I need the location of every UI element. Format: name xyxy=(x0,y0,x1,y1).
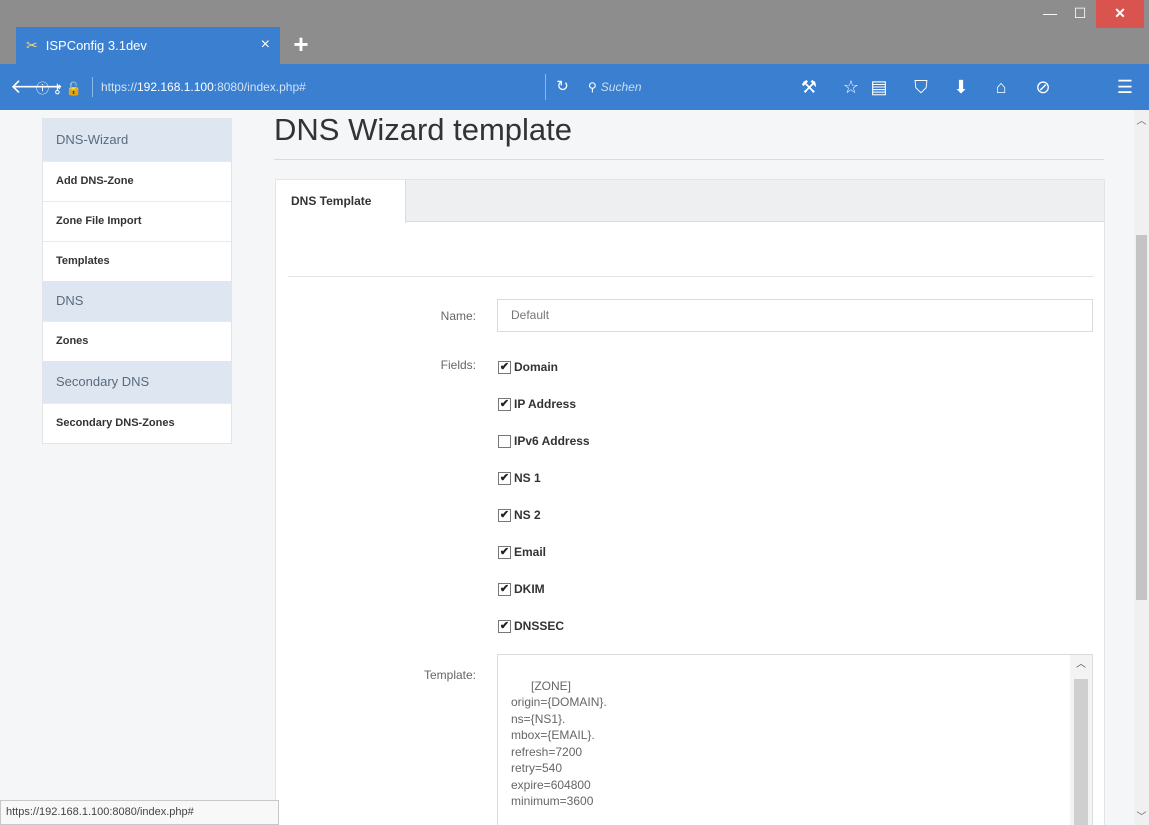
status-bar: https://192.168.1.100:8080/index.php# xyxy=(0,800,279,825)
panel-divider xyxy=(288,276,1094,277)
name-input[interactable]: Default xyxy=(497,299,1093,332)
tab-title: ISPConfig 3.1dev xyxy=(45,38,147,53)
home-icon[interactable]: ⌂ xyxy=(988,75,1014,99)
checkbox-label: DNSSEC xyxy=(514,619,565,633)
template-text: [ZONE] origin={DOMAIN}. ns={NS1}. mbox={… xyxy=(511,678,607,809)
download-icon[interactable]: ⬇ xyxy=(948,75,974,99)
textarea-scrollbar[interactable]: ︿ xyxy=(1070,655,1092,825)
menu-icon[interactable]: ☰ xyxy=(1112,75,1138,99)
template-label: Template: xyxy=(423,668,476,682)
sidebar-header-dns: DNS xyxy=(43,281,231,321)
reader-view-icon[interactable]: ▤ xyxy=(866,75,892,99)
template-textarea[interactable]: [ZONE] origin={DOMAIN}. ns={NS1}. mbox={… xyxy=(497,654,1093,825)
checkbox-domain[interactable]: ✔ Domain xyxy=(498,358,558,376)
page-scroll-thumb[interactable] xyxy=(1136,235,1147,600)
search-icon: ⚲ xyxy=(588,80,597,94)
window-titlebar: ✂ ISPConfig 3.1dev × + — ☐ ✕ xyxy=(0,0,1149,64)
checkbox-box[interactable]: ✔ xyxy=(498,619,511,633)
sidebar-item-secondary-dns-zones[interactable]: Secondary DNS-Zones xyxy=(43,403,231,443)
checkbox-box[interactable]: ✔ xyxy=(498,545,511,559)
reload-icon[interactable]: ↻ xyxy=(545,74,579,100)
checkbox-label: IPv6 Address xyxy=(514,434,590,448)
fields-label: Fields: xyxy=(440,358,476,372)
checkbox-box[interactable]: ✔ xyxy=(498,360,511,374)
url-separator xyxy=(91,77,93,97)
template-form-panel: DNS Template Name: Default Fields: ✔ Doma… xyxy=(275,179,1105,825)
maximize-button[interactable]: ☐ xyxy=(1064,0,1096,28)
scroll-up-arrow-icon[interactable]: ︿ xyxy=(1134,112,1149,127)
checkbox-label: NS 2 xyxy=(514,508,541,522)
page-scrollbar[interactable]: ︿ ﹀ xyxy=(1134,110,1149,825)
checkbox-box[interactable]: ✔ xyxy=(498,508,511,522)
browser-tab[interactable]: ✂ ISPConfig 3.1dev × xyxy=(16,27,280,64)
bookmark-star-icon[interactable]: ☆ xyxy=(838,75,864,99)
name-label: Name: xyxy=(440,309,476,323)
new-tab-button[interactable]: + xyxy=(288,31,314,58)
url-rest: :8080/index.php# xyxy=(213,80,306,94)
sidebar-menu: DNS-Wizard Add DNS-Zone Zone File Import… xyxy=(42,118,232,444)
checkbox-ip-address[interactable]: ✔ IP Address xyxy=(498,395,576,413)
checkbox-label: Domain xyxy=(514,360,559,374)
checkbox-dkim[interactable]: ✔ DKIM xyxy=(498,580,545,598)
sidebar-item-add-dns-zone[interactable]: Add DNS-Zone xyxy=(43,161,231,201)
checkbox-ipv6-address[interactable]: IPv6 Address xyxy=(498,432,590,450)
tracking-protection-icon[interactable]: ⊘ xyxy=(1030,75,1056,99)
checkbox-dnssec[interactable]: ✔ DNSSEC xyxy=(498,617,564,635)
pocket-icon[interactable]: ⛉ xyxy=(908,75,934,99)
tab-dns-template[interactable]: DNS Template xyxy=(276,180,406,223)
checkbox-box[interactable]: ✔ xyxy=(498,397,511,411)
sidebar-header-secondary-dns: Secondary DNS xyxy=(43,361,231,403)
wrench-icon[interactable]: ⚒ xyxy=(796,75,822,99)
search-field[interactable]: ⚲ Suchen xyxy=(588,74,696,100)
checkbox-ns1[interactable]: ✔ NS 1 xyxy=(498,469,541,487)
url-scheme: https:// xyxy=(100,80,137,94)
textarea-scroll-thumb[interactable] xyxy=(1074,679,1088,825)
checkbox-label: IP Address xyxy=(514,397,577,411)
checkbox-label: Email xyxy=(514,545,547,559)
sidebar-item-zone-file-import[interactable]: Zone File Import xyxy=(43,201,231,241)
checkbox-label: NS 1 xyxy=(514,471,541,485)
checkbox-ns2[interactable]: ✔ NS 2 xyxy=(498,506,541,524)
scroll-down-arrow-icon[interactable]: ﹀ xyxy=(1134,808,1149,823)
checkbox-box[interactable]: ✔ xyxy=(498,582,511,596)
title-divider xyxy=(274,159,1104,160)
sidebar-item-templates[interactable]: Templates xyxy=(43,241,231,281)
ispconfig-icon: ✂ xyxy=(26,37,38,53)
site-info-icons[interactable]: ⓘ ⚷ 🔓 xyxy=(36,78,82,97)
lock-warning-icon: 🔓 xyxy=(65,80,82,96)
checkbox-box[interactable]: ✔ xyxy=(498,471,511,485)
sidebar-header-dns-wizard: DNS-Wizard xyxy=(43,119,231,161)
page-title: DNS Wizard template xyxy=(274,112,573,147)
tab-strip: DNS Template xyxy=(276,180,1104,223)
checkbox-box[interactable] xyxy=(498,434,511,448)
tab-close-icon[interactable]: × xyxy=(261,36,270,54)
url-host: 192.168.1.100 xyxy=(137,80,214,94)
page-content: DNS-Wizard Add DNS-Zone Zone File Import… xyxy=(0,110,1134,825)
checkbox-label: DKIM xyxy=(514,582,545,596)
minimize-button[interactable]: — xyxy=(1034,0,1066,28)
url-bar[interactable]: ⓘ ⚷ 🔓 https://192.168.1.100:8080/index.p… xyxy=(36,74,541,100)
scroll-up-icon[interactable]: ︿ xyxy=(1070,657,1092,674)
close-window-button[interactable]: ✕ xyxy=(1096,0,1144,28)
sidebar-item-zones[interactable]: Zones xyxy=(43,321,231,361)
navigation-bar: 🡐 ⓘ ⚷ 🔓 https://192.168.1.100:8080/index… xyxy=(0,64,1149,110)
checkbox-email[interactable]: ✔ Email xyxy=(498,543,546,561)
key-icon: ⚷ xyxy=(52,80,63,96)
search-placeholder: Suchen xyxy=(600,80,642,94)
